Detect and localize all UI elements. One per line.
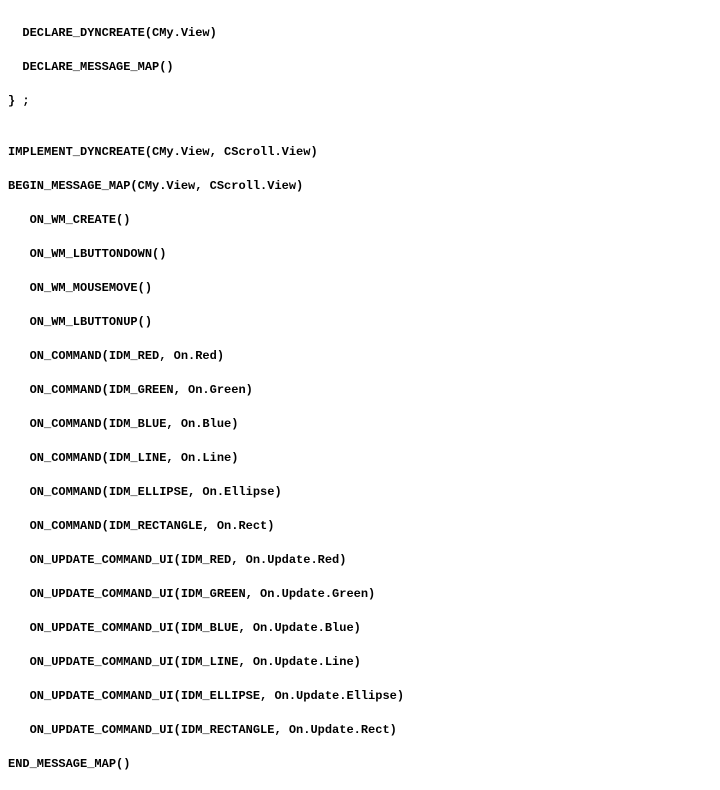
code-line: ON_UPDATE_COMMAND_UI(IDM_RECTANGLE, On.U… <box>8 722 720 739</box>
code-line: ON_WM_LBUTTONDOWN() <box>8 246 720 263</box>
code-line: END_MESSAGE_MAP() <box>8 756 720 773</box>
code-line: ON_WM_MOUSEMOVE() <box>8 280 720 297</box>
code-line: ON_COMMAND(IDM_ELLIPSE, On.Ellipse) <box>8 484 720 501</box>
code-line: ON_UPDATE_COMMAND_UI(IDM_LINE, On.Update… <box>8 654 720 671</box>
code-line: ON_WM_LBUTTONUP() <box>8 314 720 331</box>
code-line: BEGIN_MESSAGE_MAP(CMy.View, CScroll.View… <box>8 178 720 195</box>
code-line: ON_WM_CREATE() <box>8 212 720 229</box>
code-line: } ; <box>8 93 720 110</box>
code-line: IMPLEMENT_DYNCREATE(CMy.View, CScroll.Vi… <box>8 144 720 161</box>
code-line: ON_COMMAND(IDM_BLUE, On.Blue) <box>8 416 720 433</box>
code-line: ON_COMMAND(IDM_RED, On.Red) <box>8 348 720 365</box>
code-line: ON_UPDATE_COMMAND_UI(IDM_RED, On.Update.… <box>8 552 720 569</box>
code-line: DECLARE_MESSAGE_MAP() <box>8 59 720 76</box>
code-line: ON_UPDATE_COMMAND_UI(IDM_BLUE, On.Update… <box>8 620 720 637</box>
code-block: DECLARE_DYNCREATE(CMy.View) DECLARE_MESS… <box>0 0 720 790</box>
code-line: ON_COMMAND(IDM_GREEN, On.Green) <box>8 382 720 399</box>
code-line: DECLARE_DYNCREATE(CMy.View) <box>8 25 720 42</box>
code-line: ON_COMMAND(IDM_RECTANGLE, On.Rect) <box>8 518 720 535</box>
code-line: ON_UPDATE_COMMAND_UI(IDM_ELLIPSE, On.Upd… <box>8 688 720 705</box>
code-line: ON_COMMAND(IDM_LINE, On.Line) <box>8 450 720 467</box>
code-line: ON_UPDATE_COMMAND_UI(IDM_GREEN, On.Updat… <box>8 586 720 603</box>
